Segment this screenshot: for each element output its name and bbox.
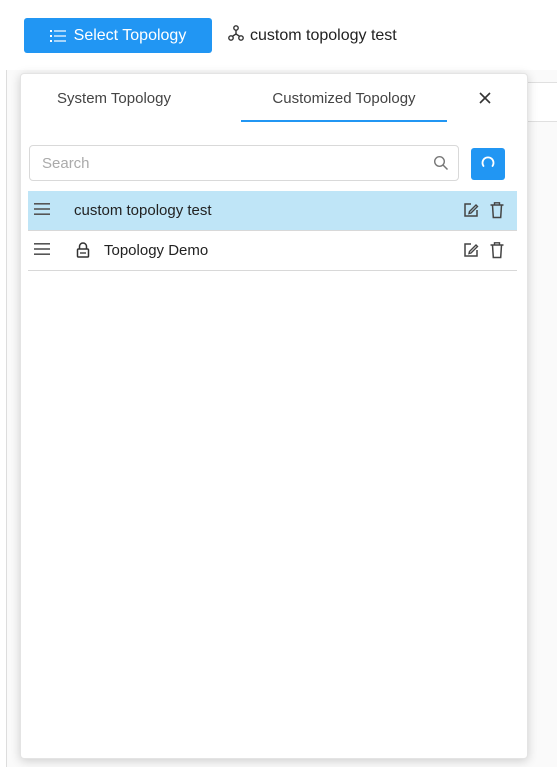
tab-system-topology[interactable]: System Topology bbox=[29, 74, 199, 122]
topology-icon bbox=[228, 25, 244, 46]
tab-label: System Topology bbox=[57, 89, 171, 107]
current-topology-name: custom topology test bbox=[250, 26, 397, 44]
tab-label: Customized Topology bbox=[272, 89, 416, 107]
search-input[interactable] bbox=[30, 146, 424, 180]
list-icon bbox=[49, 29, 66, 43]
select-topology-button[interactable]: Select Topology bbox=[24, 18, 212, 53]
search-icon[interactable] bbox=[424, 155, 458, 171]
topology-name: custom topology test bbox=[74, 202, 212, 219]
topology-selector-panel: System Topology Customized Topology Sear… bbox=[20, 73, 528, 759]
close-button[interactable] bbox=[471, 86, 499, 114]
tab-customized-topology[interactable]: Customized Topology bbox=[241, 74, 447, 122]
topology-name: Topology Demo bbox=[104, 242, 209, 259]
drag-handle-icon[interactable] bbox=[34, 201, 50, 221]
topology-tabs: System Topology Customized Topology bbox=[21, 74, 527, 122]
select-topology-label: Select Topology bbox=[73, 26, 187, 44]
delete-icon[interactable] bbox=[489, 241, 505, 263]
search-box bbox=[29, 145, 459, 181]
lock-icon bbox=[76, 242, 90, 262]
list-item[interactable]: custom topology test bbox=[28, 191, 517, 231]
edit-icon[interactable] bbox=[463, 242, 479, 262]
list-item[interactable]: Topology Demo bbox=[28, 231, 517, 271]
refresh-button[interactable] bbox=[471, 148, 505, 180]
top-toolbar: Select Topology custom topology test bbox=[0, 0, 557, 70]
topology-list: custom topology test Topology Demo bbox=[28, 191, 517, 271]
edit-icon[interactable] bbox=[463, 202, 479, 222]
current-topology: custom topology test bbox=[228, 18, 397, 53]
drag-handle-icon[interactable] bbox=[34, 241, 50, 261]
delete-icon[interactable] bbox=[489, 201, 505, 223]
refresh-icon bbox=[480, 154, 496, 175]
background-panel-edge bbox=[527, 82, 557, 122]
close-icon bbox=[478, 91, 492, 110]
